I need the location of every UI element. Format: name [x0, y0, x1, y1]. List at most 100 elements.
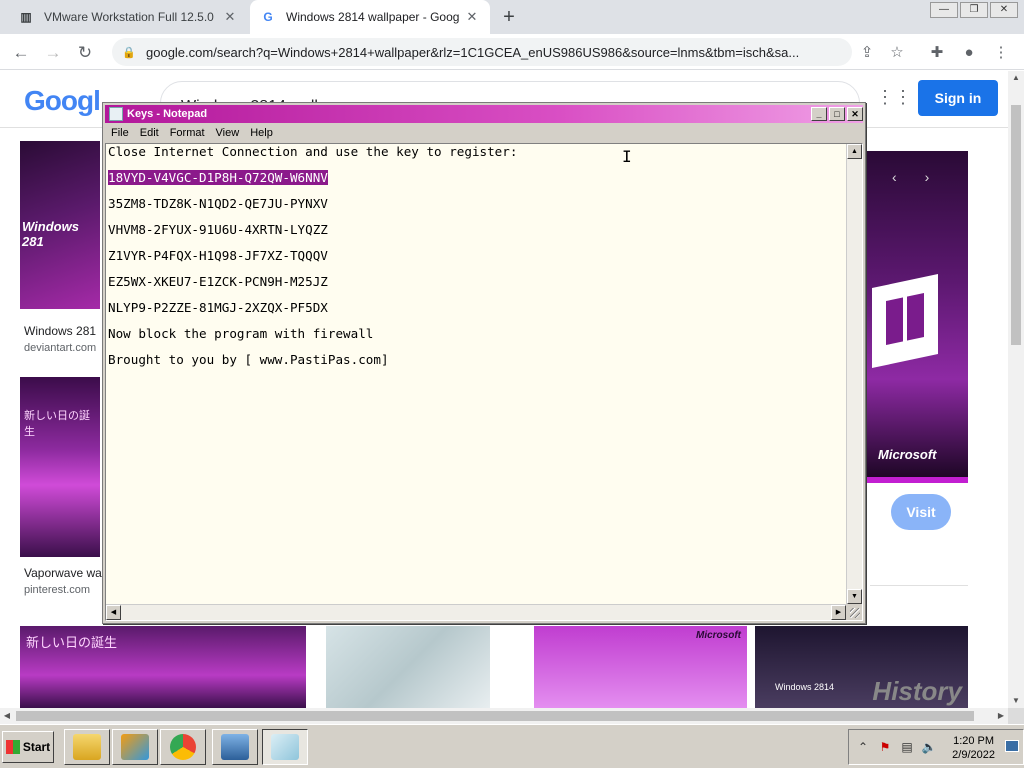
- menu-help[interactable]: Help: [244, 127, 278, 139]
- text-line: Now block the program with firewall: [108, 326, 374, 341]
- text-cursor-icon: I: [622, 147, 632, 166]
- menu-view[interactable]: View: [210, 127, 245, 139]
- scroll-right-icon[interactable]: ▶: [831, 605, 846, 620]
- windows-logo-image: [872, 273, 938, 369]
- tab-title: VMware Workstation Full 12.5.0: [44, 10, 214, 24]
- notepad-icon: [271, 734, 299, 760]
- scroll-up-icon[interactable]: ▲: [847, 144, 862, 159]
- new-tab-button[interactable]: +: [498, 6, 520, 28]
- apps-grid-icon[interactable]: ⋮⋮: [876, 87, 912, 107]
- close-button[interactable]: ✕: [847, 107, 863, 121]
- share-icon[interactable]: ⇪: [856, 42, 878, 64]
- notepad-horizontal-scrollbar[interactable]: ◀ ▶: [106, 604, 846, 620]
- menu-file[interactable]: File: [105, 127, 134, 139]
- result-thumbnail[interactable]: [326, 626, 490, 708]
- taskbar-app-media-player[interactable]: [112, 729, 158, 765]
- taskbar-app-chrome[interactable]: [160, 729, 206, 765]
- extensions-icon[interactable]: ✚: [926, 42, 948, 64]
- text-line-selected: 18VYD-V4VGC-D1P8H-Q72QW-W6NNV: [108, 170, 328, 185]
- clock[interactable]: 1:20 PM 2/9/2022: [952, 734, 995, 762]
- google-logo[interactable]: Googl: [24, 85, 101, 117]
- reload-icon[interactable]: ↻: [74, 42, 96, 64]
- thumbnail-text: Microsoft: [696, 630, 741, 641]
- minimize-button[interactable]: —: [930, 2, 958, 18]
- result-thumbnail[interactable]: Windows 2814 History: [755, 626, 968, 708]
- thumbnail-overlay-text: History: [872, 676, 962, 706]
- browser-toolbar: ← → ↻ 🔒 google.com/search?q=Windows+2814…: [0, 34, 1024, 70]
- tab-strip: ▥ VMware Workstation Full 12.5.0 ✕ G Win…: [0, 0, 1024, 34]
- url-text: google.com/search?q=Windows+2814+wallpap…: [146, 44, 800, 60]
- text-line: Brought to you by [ www.PastiPas.com]: [108, 352, 389, 367]
- start-label: Start: [22, 740, 51, 754]
- vmware-favicon-icon: ▥: [20, 10, 32, 24]
- text-line: EZ5WX-XKEU7-E1ZCK-PCN9H-M25JZ: [108, 274, 328, 289]
- menu-format[interactable]: Format: [164, 127, 210, 139]
- page-vertical-scrollbar[interactable]: ▲ ▼: [1008, 71, 1024, 708]
- scroll-up-icon[interactable]: ▲: [1008, 71, 1024, 85]
- taskbar-app-notepad[interactable]: [262, 729, 308, 765]
- scroll-left-icon[interactable]: ◀: [0, 708, 14, 724]
- scroll-down-icon[interactable]: ▼: [1008, 694, 1024, 708]
- result-thumbnail[interactable]: 新しい日の誕生: [20, 626, 306, 708]
- tab-close-icon[interactable]: ✕: [222, 9, 238, 25]
- preview-nav-arrows-icon[interactable]: ‹›: [892, 169, 957, 185]
- show-desktop-icon[interactable]: [1005, 740, 1019, 752]
- start-button[interactable]: Start: [2, 731, 54, 763]
- back-icon[interactable]: ←: [10, 42, 32, 64]
- flag-alert-icon[interactable]: ⚑: [877, 739, 893, 755]
- notepad-title: Keys - Notepad: [127, 108, 208, 120]
- notepad-content[interactable]: Close Internet Connection and use the ke…: [108, 144, 846, 604]
- image-preview-panel[interactable]: ‹› Microsoft: [862, 151, 968, 483]
- menu-edit[interactable]: Edit: [134, 127, 164, 139]
- text-line: Z1VYR-P4FQX-H1Q98-JF7XZ-TQQQV: [108, 248, 328, 263]
- windows-flag-icon: [5, 740, 20, 754]
- result-caption[interactable]: Vaporwave wa: [24, 566, 102, 580]
- volume-icon[interactable]: 🔈: [921, 739, 937, 755]
- tray-expand-icon[interactable]: ⌃: [855, 739, 871, 755]
- preview-divider: [870, 585, 968, 586]
- result-thumbnail[interactable]: 新しい日の誕生: [20, 377, 100, 557]
- minimize-button[interactable]: _: [811, 107, 827, 121]
- close-button[interactable]: ✕: [990, 2, 1018, 18]
- taskbar-app-network[interactable]: [212, 729, 258, 765]
- chrome-menu-icon[interactable]: ⋮: [990, 42, 1012, 64]
- maximize-button[interactable]: ❐: [960, 2, 988, 18]
- preview-accent-bar: [862, 477, 968, 483]
- scrollbar-thumb[interactable]: [1011, 105, 1021, 345]
- notepad-title-bar[interactable]: Keys - Notepad _ □ ✕: [105, 105, 863, 123]
- network-tray-icon[interactable]: ▤: [899, 739, 915, 755]
- maximize-button[interactable]: □: [829, 107, 845, 121]
- page-horizontal-scrollbar[interactable]: ◀ ▶: [0, 708, 1008, 724]
- visit-button[interactable]: Visit: [891, 494, 951, 530]
- preview-brand-text: Microsoft: [878, 447, 937, 462]
- scroll-down-icon[interactable]: ▼: [847, 589, 862, 604]
- notepad-text-area[interactable]: Close Internet Connection and use the ke…: [105, 143, 863, 621]
- taskbar: Start ⌃ ⚑ ▤ 🔈 1:20 PM 2/9/2022: [0, 724, 1024, 768]
- system-tray: ⌃ ⚑ ▤ 🔈 1:20 PM 2/9/2022: [848, 729, 1024, 765]
- scroll-right-icon[interactable]: ▶: [994, 708, 1008, 724]
- scrollbar-thumb[interactable]: [16, 711, 974, 721]
- result-thumbnail[interactable]: Microsoft: [534, 626, 747, 708]
- chrome-icon: [170, 734, 196, 760]
- bookmark-star-icon[interactable]: ☆: [886, 42, 908, 64]
- taskbar-app-explorer[interactable]: [64, 729, 110, 765]
- result-source[interactable]: deviantart.com: [24, 342, 96, 354]
- scroll-left-icon[interactable]: ◀: [106, 605, 121, 620]
- sign-in-button[interactable]: Sign in: [918, 80, 998, 116]
- tab-vmware[interactable]: ▥ VMware Workstation Full 12.5.0 ✕: [8, 0, 248, 34]
- profile-avatar-icon[interactable]: ●: [958, 42, 980, 64]
- lock-icon: 🔒: [122, 46, 136, 59]
- thumbnail-text: Windows 2814: [775, 682, 835, 692]
- result-caption[interactable]: Windows 281: [24, 324, 96, 338]
- tab-close-icon[interactable]: ✕: [464, 9, 480, 25]
- notepad-window: Keys - Notepad _ □ ✕ File Edit Format Vi…: [102, 102, 866, 624]
- notepad-menu-bar: File Edit Format View Help: [105, 124, 863, 142]
- forward-icon[interactable]: →: [42, 42, 64, 64]
- tab-google-search[interactable]: G Windows 2814 wallpaper - Goog ✕: [250, 0, 490, 34]
- resize-grip-icon[interactable]: [846, 604, 862, 620]
- text-line: VHVM8-2FYUX-91U6U-4XRTN-LYQZZ: [108, 222, 328, 237]
- result-thumbnail[interactable]: Windows 281: [20, 141, 100, 309]
- result-source[interactable]: pinterest.com: [24, 584, 90, 596]
- address-bar[interactable]: 🔒 google.com/search?q=Windows+2814+wallp…: [112, 38, 852, 66]
- notepad-vertical-scrollbar[interactable]: ▲ ▼: [846, 144, 862, 604]
